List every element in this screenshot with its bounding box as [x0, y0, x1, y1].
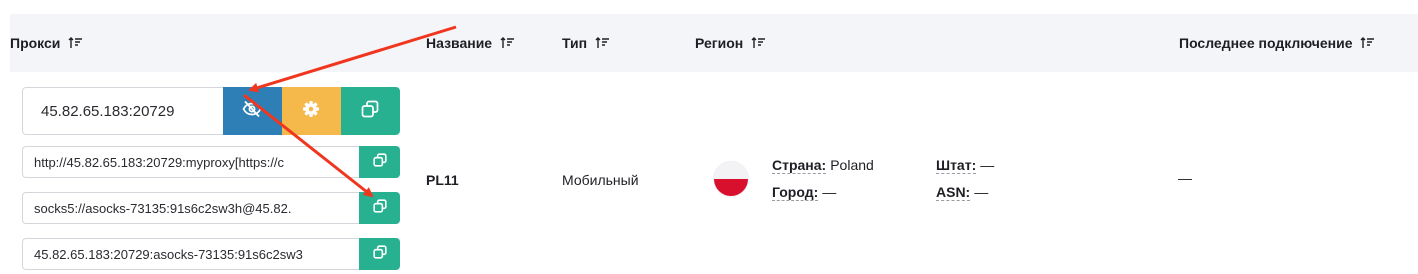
- column-header-name[interactable]: Название: [426, 14, 515, 72]
- column-header-region[interactable]: Регион: [695, 14, 766, 72]
- proxy-name: PL11: [426, 172, 459, 188]
- region-state: Штат: —: [936, 157, 995, 174]
- plain-string-field[interactable]: 45.82.65.183:20729:asocks-73135:91s6c2sw…: [22, 238, 359, 270]
- column-header-proxy-label: Прокси: [10, 35, 61, 51]
- settings-button[interactable]: [281, 87, 341, 135]
- http-connection-string: http://45.82.65.183:20729:myproxy[https:…: [22, 146, 400, 178]
- column-header-last-connection[interactable]: Последнее подключение: [1179, 14, 1375, 72]
- copy-icon: [372, 198, 387, 218]
- copy-http-button[interactable]: [359, 146, 400, 178]
- poland-flag-icon: [714, 162, 748, 196]
- city-value: —: [822, 184, 837, 200]
- toggle-visibility-button[interactable]: [222, 87, 282, 135]
- sort-icon[interactable]: [751, 37, 766, 49]
- copy-icon: [361, 100, 379, 123]
- state-value: —: [980, 157, 995, 173]
- copy-icon: [372, 152, 387, 172]
- city-label: Город:: [772, 184, 819, 201]
- asn-value: —: [974, 184, 989, 200]
- region-asn: ASN: —: [936, 184, 989, 201]
- gear-icon: [302, 100, 320, 123]
- plain-connection-string: 45.82.65.183:20729:asocks-73135:91s6c2sw…: [22, 238, 400, 270]
- proxy-address-field[interactable]: 45.82.65.183:20729: [22, 87, 223, 135]
- proxy-type: Мобильный: [562, 172, 639, 188]
- region-city: Город: —: [772, 184, 837, 201]
- eye-off-icon: [242, 100, 262, 123]
- http-string-field[interactable]: http://45.82.65.183:20729:myproxy[https:…: [22, 146, 359, 178]
- column-header-type-label: Тип: [562, 35, 588, 51]
- sort-icon[interactable]: [500, 37, 515, 49]
- state-label: Штат:: [936, 157, 977, 174]
- last-connection-value: —: [1178, 170, 1192, 186]
- socks-connection-string: socks5://asocks-73135:91s6c2sw3h@45.82.: [22, 192, 400, 224]
- column-header-region-label: Регион: [695, 35, 744, 51]
- table-header: Прокси Название Тип Регион Последнее под…: [10, 14, 1418, 72]
- country-value: Poland: [830, 157, 874, 173]
- column-header-name-label: Название: [426, 35, 493, 51]
- copy-plain-button[interactable]: [359, 238, 400, 270]
- asn-label: ASN:: [936, 184, 971, 201]
- copy-socks-button[interactable]: [359, 192, 400, 224]
- country-label: Страна:: [772, 157, 827, 174]
- sort-icon[interactable]: [595, 37, 610, 49]
- proxy-address-group: 45.82.65.183:20729: [22, 87, 400, 135]
- copy-icon: [372, 244, 387, 264]
- column-header-type[interactable]: Тип: [562, 14, 610, 72]
- column-header-last-connection-label: Последнее подключение: [1179, 35, 1353, 51]
- region-country: Страна: Poland: [772, 157, 874, 174]
- socks-string-field[interactable]: socks5://asocks-73135:91s6c2sw3h@45.82.: [22, 192, 359, 224]
- copy-address-button[interactable]: [340, 87, 400, 135]
- column-header-proxy[interactable]: Прокси: [10, 14, 83, 72]
- sort-icon[interactable]: [1360, 37, 1375, 49]
- sort-icon[interactable]: [68, 37, 83, 49]
